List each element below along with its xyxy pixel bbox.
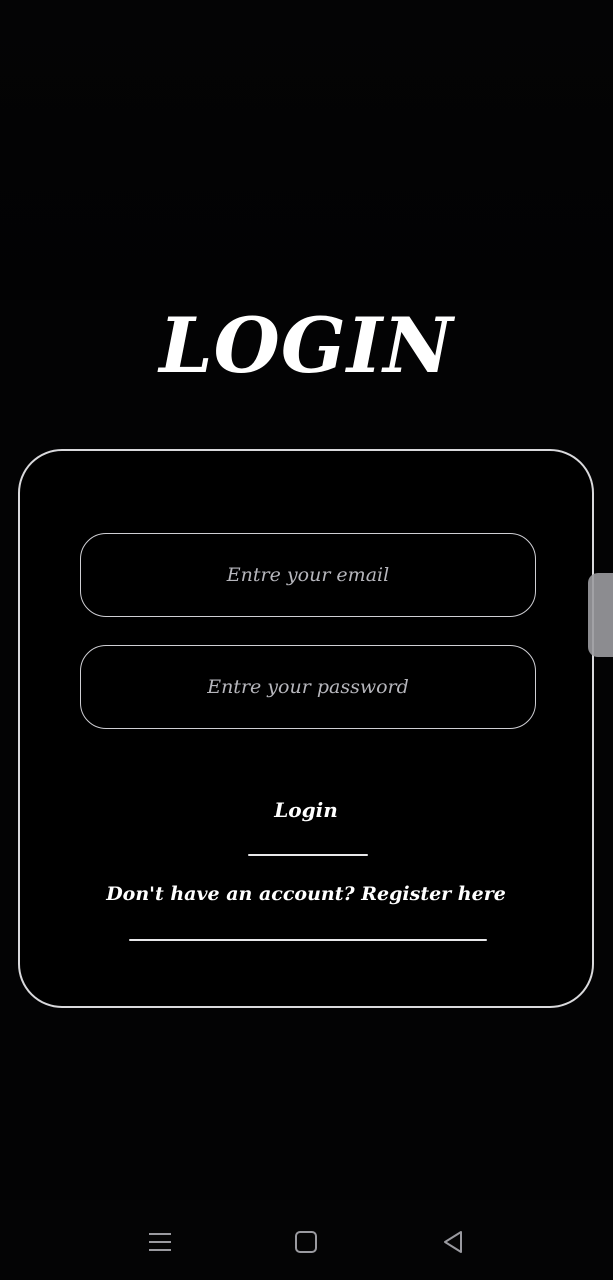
- edge-panel-handle[interactable]: [588, 573, 613, 657]
- system-navigation-bar: [0, 1200, 613, 1280]
- register-link[interactable]: Don't have an account? Register here: [20, 883, 592, 905]
- login-card: Login Don't have an account? Register he…: [18, 449, 594, 1008]
- home-icon[interactable]: [292, 1228, 320, 1256]
- back-icon[interactable]: [439, 1228, 467, 1256]
- login-button[interactable]: Login: [20, 798, 592, 822]
- menu-icon[interactable]: [146, 1228, 174, 1256]
- login-button-underline: [248, 854, 368, 856]
- background-top: [0, 0, 613, 300]
- page-title: LOGIN: [159, 301, 454, 390]
- email-input[interactable]: [80, 533, 536, 617]
- password-input[interactable]: [80, 645, 536, 729]
- register-link-underline: [129, 939, 487, 941]
